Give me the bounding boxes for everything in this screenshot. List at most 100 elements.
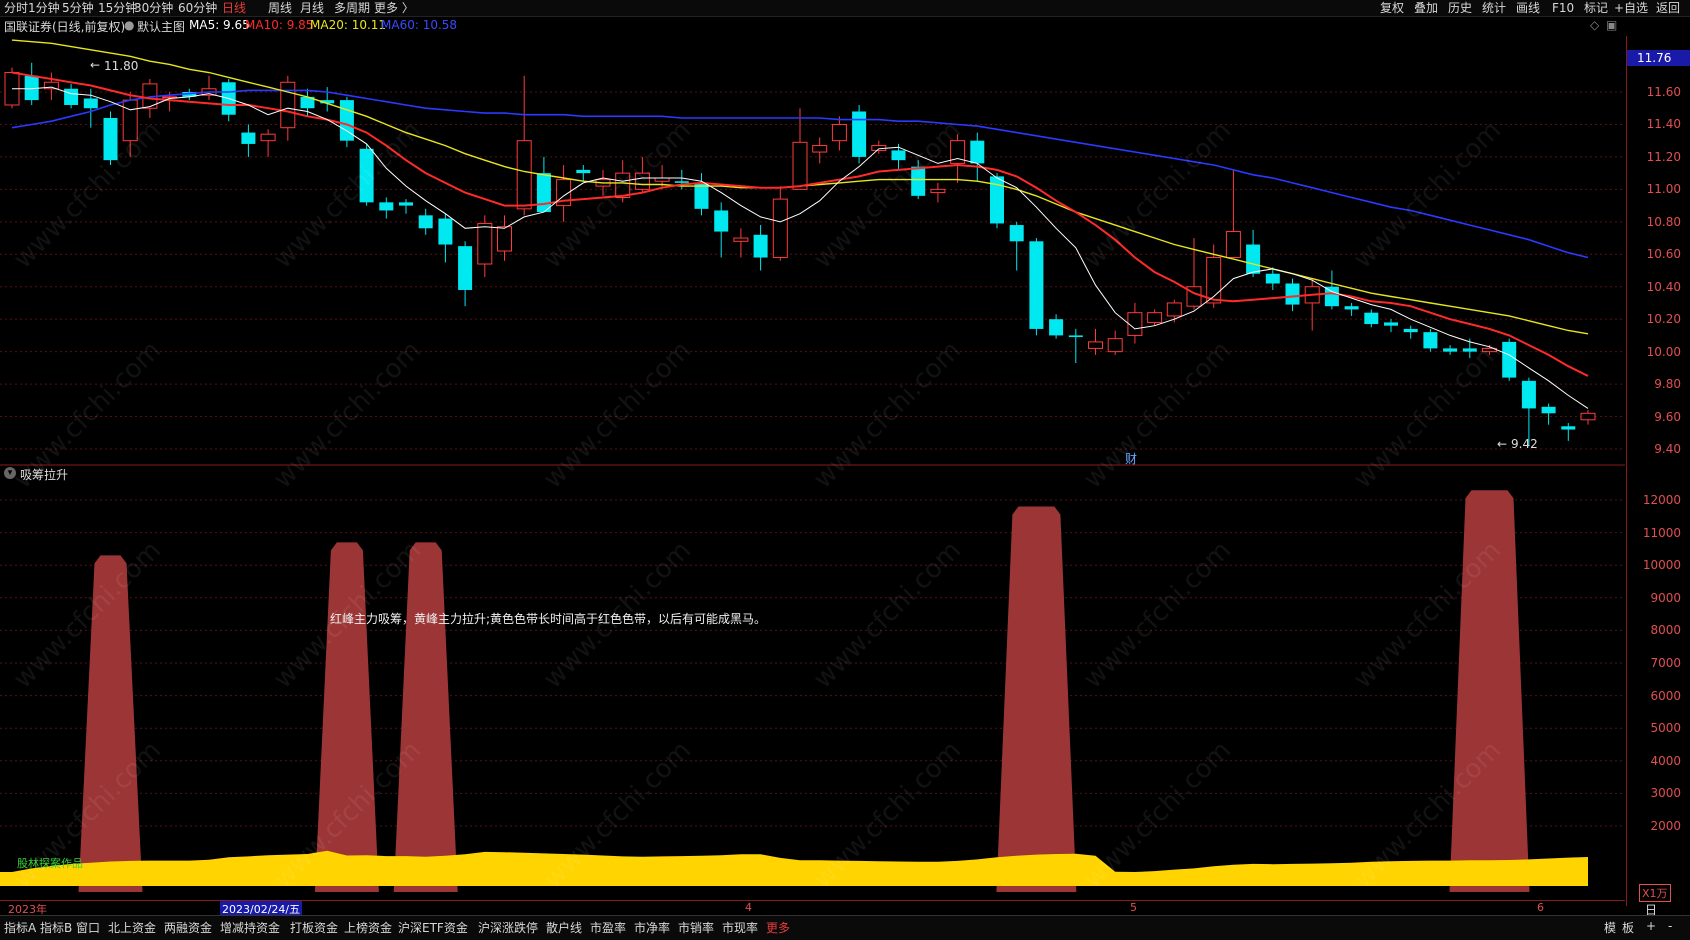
collapse-icon[interactable]: ▾ xyxy=(4,467,16,479)
indicator-author: 股林探案作品 xyxy=(17,857,83,870)
candle-body-down xyxy=(1384,322,1398,326)
indicator-tab-2[interactable]: 窗口 xyxy=(76,919,100,936)
indicator-note: 红峰主力吸筹，黄峰主力拉升;黄色色带长时间高于红色色带，以后有可能成黑马。 xyxy=(330,612,767,626)
candle-body-down xyxy=(399,202,413,206)
yellow-band xyxy=(0,850,1588,886)
indicator-tick: 8000 xyxy=(1650,623,1681,638)
indicator-title[interactable]: 吸筹拉升 xyxy=(20,466,68,483)
price-tick: 9.40 xyxy=(1654,442,1681,456)
indicator-tick: 10000 xyxy=(1642,558,1681,573)
indicator-tab-14[interactable]: 市现率 xyxy=(722,919,758,936)
indicator-tab-13[interactable]: 市销率 xyxy=(678,919,714,936)
indicator-tick: 4000 xyxy=(1650,753,1681,768)
indicator-unit: X1万 xyxy=(1639,884,1671,902)
candle-body-down xyxy=(1403,328,1418,333)
red-peak-2 xyxy=(393,542,458,892)
candle-body-down xyxy=(418,215,433,229)
candle-body-up xyxy=(122,99,138,142)
candle-body-up xyxy=(733,237,749,242)
candle-body-down xyxy=(891,150,906,161)
candle-body-down xyxy=(1364,312,1379,325)
high-marker-arrow: ← xyxy=(90,58,101,72)
candle-body-down xyxy=(1324,286,1339,307)
board-control-2[interactable]: + xyxy=(1646,919,1656,933)
candle-body-up xyxy=(1225,231,1241,259)
candle-body-down xyxy=(1541,406,1556,414)
red-peak-1 xyxy=(314,542,379,892)
candle-body-up xyxy=(1166,302,1182,317)
board-control-3[interactable]: - xyxy=(1668,919,1672,933)
indicator-tab-4[interactable]: 两融资金 xyxy=(164,919,212,936)
candle-body-up xyxy=(812,145,828,153)
board-control-1[interactable]: 板 xyxy=(1622,919,1634,936)
red-peak-0 xyxy=(78,555,143,892)
candle-body-down xyxy=(1285,283,1300,305)
month-tick-4: 4 xyxy=(745,901,752,914)
candle-body-up xyxy=(260,133,276,142)
candle-body-up xyxy=(772,198,788,259)
indicator-tab-7[interactable]: 上榜资金 xyxy=(344,919,392,936)
candle-body-down xyxy=(1049,319,1064,336)
candle-body-down xyxy=(438,218,453,245)
board-control-0[interactable]: 模 xyxy=(1604,919,1616,936)
candle-body-up xyxy=(634,172,650,190)
indicator-tab-1[interactable]: 指标B xyxy=(40,919,72,936)
candle-body-up xyxy=(497,226,512,252)
price-tick: 11.00 xyxy=(1646,182,1681,197)
candle-body-down xyxy=(1344,306,1359,310)
candle-body-down xyxy=(714,210,729,232)
date-axis: 2023年 2023/02/24/五 4 5 6 日线 xyxy=(0,900,1657,934)
candle-body-up xyxy=(1147,312,1163,323)
current-price-tag: 11.76 xyxy=(1627,50,1690,66)
candle-body-up xyxy=(792,141,808,190)
candle-body-down xyxy=(241,132,256,144)
price-tick: 9.80 xyxy=(1654,377,1681,392)
indicator-tick: 3000 xyxy=(1650,786,1681,801)
candle-body-down xyxy=(1443,348,1458,352)
indicator-tick: 7000 xyxy=(1650,656,1681,670)
indicator-tab-9[interactable]: 沪深涨跌停 xyxy=(478,919,538,936)
indicator-tab-3[interactable]: 北上资金 xyxy=(108,919,156,936)
candle-body-down xyxy=(359,148,374,203)
indicator-tick: 12000 xyxy=(1642,493,1681,507)
price-tick: 11.20 xyxy=(1646,149,1681,164)
candle-body-down xyxy=(753,234,768,258)
indicator-tick: 6000 xyxy=(1650,688,1681,703)
indicator-tab-6[interactable]: 打板资金 xyxy=(290,919,338,936)
indicator-tab-5[interactable]: 增减持资金 xyxy=(220,919,280,936)
indicator-tabs-bar: 指标A 指标B 窗口 北上资金 两融资金 增减持资金 打板资金 上榜资金 沪深ETF资金 沪深涨跌… xyxy=(0,915,1690,940)
candle-body-down xyxy=(1561,426,1576,430)
candle-body-up xyxy=(615,172,631,198)
month-tick-5: 5 xyxy=(1130,901,1137,914)
indicator-tab-10[interactable]: 散户线 xyxy=(546,919,582,936)
price-tick: 10.20 xyxy=(1646,312,1681,327)
candle-body-down xyxy=(458,246,473,290)
price-tick: 11.60 xyxy=(1646,85,1681,99)
high-price-label: 11.80 xyxy=(104,59,139,73)
candle-body-down xyxy=(64,88,79,105)
candle-body-down xyxy=(1462,348,1477,352)
indicator-tab-15[interactable]: 更多 xyxy=(766,919,790,936)
indicator-tick: 11000 xyxy=(1642,525,1681,540)
candle-body-up xyxy=(930,188,946,194)
red-peak-4 xyxy=(1449,490,1530,892)
month-tick-6: 6 xyxy=(1537,901,1544,914)
candle-body-down xyxy=(1502,341,1517,378)
indicator-tab-0[interactable]: 指标A xyxy=(4,919,36,936)
candle-body-down xyxy=(911,166,926,196)
price-tick: 11.40 xyxy=(1646,117,1681,132)
indicator-tab-8[interactable]: 沪深ETF资金 xyxy=(398,919,468,936)
candle-body-down xyxy=(379,202,394,211)
low-price-label: 9.42 xyxy=(1511,437,1538,451)
candle-body-down xyxy=(576,169,591,174)
indicator-tab-12[interactable]: 市净率 xyxy=(634,919,670,936)
candle-body-down xyxy=(83,98,98,109)
indicator-tab-11[interactable]: 市盈率 xyxy=(590,919,626,936)
kline-chart[interactable] xyxy=(0,0,1690,939)
candle-body-up xyxy=(1127,312,1143,336)
candle-body-up xyxy=(831,123,847,142)
price-tick: 10.60 xyxy=(1646,247,1681,262)
indicator-tick: 5000 xyxy=(1650,721,1681,736)
finance-marker[interactable]: 财 xyxy=(1125,450,1137,467)
candle-body-down xyxy=(852,111,867,157)
